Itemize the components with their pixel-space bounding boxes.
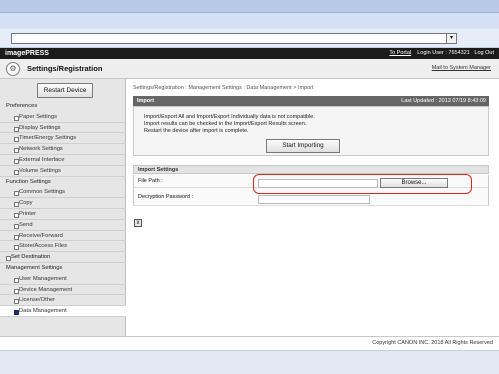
footer: Copyright CANON INC. 2018 All Rights Res… <box>0 336 499 350</box>
to-portal-link[interactable]: To Portal <box>389 50 411 56</box>
address-row: ▾ <box>0 29 499 48</box>
sidebar-item-data-management[interactable]: Data Management <box>0 306 126 317</box>
last-updated: Last Updated : 2013 07/19 8:43:09 <box>401 98 486 104</box>
sidebar-section-preferences: Preferences <box>6 103 38 109</box>
sidebar-section-management-settings: Management Settings <box>6 264 63 271</box>
import-panel-header: Import Last Updated : 2013 07/19 8:43:09 <box>133 96 489 106</box>
import-message: Import/Export All and Import/Export Indi… <box>144 114 315 120</box>
sidebar-item-network-settings[interactable]: Network Settings <box>0 144 126 155</box>
main-content: Settings/Registration : Management Setti… <box>127 79 499 336</box>
breadcrumb: Settings/Registration : Management Setti… <box>133 85 314 91</box>
close-icon[interactable]: x <box>134 219 142 227</box>
start-importing-button[interactable]: Start Importing <box>266 139 340 153</box>
sidebar-item-timer-energy-settings[interactable]: Timer/Energy Settings <box>0 133 126 145</box>
sidebar-item-paper-settings[interactable]: Paper Settings <box>0 112 126 123</box>
import-message: Import results can be checked in the Imp… <box>144 121 307 127</box>
sidebar-item-send[interactable]: Send <box>0 220 126 231</box>
sidebar-item-external-interface[interactable]: External Interface <box>0 155 126 166</box>
address-dropdown-icon[interactable]: ▾ <box>446 34 456 43</box>
import-message: Restart the device after import is compl… <box>144 128 249 134</box>
sidebar-menu: Preferences Paper Settings Display Setting… <box>0 101 126 317</box>
sidebar-section-function-settings: Function Settings <box>6 178 51 185</box>
sidebar-item-set-destination[interactable]: Set Destination <box>0 252 126 263</box>
file-path-input[interactable] <box>258 179 378 188</box>
header-right: To Portal Login User : 7654321 Log Out <box>389 49 494 58</box>
browse-button[interactable]: Browse... <box>380 178 448 188</box>
import-settings-header: Import Settings <box>133 165 489 174</box>
sidebar-item-printer[interactable]: Printer <box>0 209 126 220</box>
app-header: imagePRESS To Portal Login User : 765432… <box>0 48 499 59</box>
decryption-password-label: Decryption Password : <box>138 194 194 200</box>
mail-to-system-manager-link[interactable]: Mail to System Manager <box>432 65 491 71</box>
sidebar-item-license-other[interactable]: License/Other <box>0 295 126 307</box>
sidebar-item-receive-forward[interactable]: Receive/Forward <box>0 231 126 242</box>
sidebar: Restart Device Preferences Paper Settings… <box>0 79 126 336</box>
sidebar-item-copy[interactable]: Copy <box>0 198 126 209</box>
page-title: Settings/Registration <box>27 64 103 73</box>
address-bar[interactable]: ▾ <box>11 33 457 44</box>
browser-toolbar <box>0 13 499 29</box>
logout-link[interactable]: Log Out <box>474 50 494 56</box>
login-user-label: Login User : 7654321 <box>417 50 470 56</box>
sidebar-item-store-access-files[interactable]: Store/Access Files <box>0 241 126 253</box>
copyright: Copyright CANON INC. 2018 All Rights Res… <box>372 340 493 346</box>
sidebar-item-device-management[interactable]: Device Management <box>0 285 126 296</box>
sidebar-item-common-settings[interactable]: Common Settings <box>0 187 126 199</box>
sidebar-item-user-management[interactable]: User Management <box>0 274 126 285</box>
browser-status-bar <box>0 350 499 374</box>
decryption-password-input[interactable] <box>258 195 370 204</box>
restart-device-button[interactable]: Restart Device <box>37 83 93 98</box>
settings-icon: ⚙ <box>6 62 20 76</box>
file-path-label: File Path : <box>138 178 163 184</box>
brand-logo: imagePRESS <box>5 50 49 57</box>
browser-title-bar <box>0 0 499 13</box>
sidebar-item-volume-settings[interactable]: Volume Settings <box>0 166 126 177</box>
import-panel-title: Import <box>137 98 155 104</box>
sidebar-item-display-settings[interactable]: Display Settings <box>0 123 126 134</box>
page-title-bar: ⚙ Settings/Registration Mail to System M… <box>0 59 499 79</box>
